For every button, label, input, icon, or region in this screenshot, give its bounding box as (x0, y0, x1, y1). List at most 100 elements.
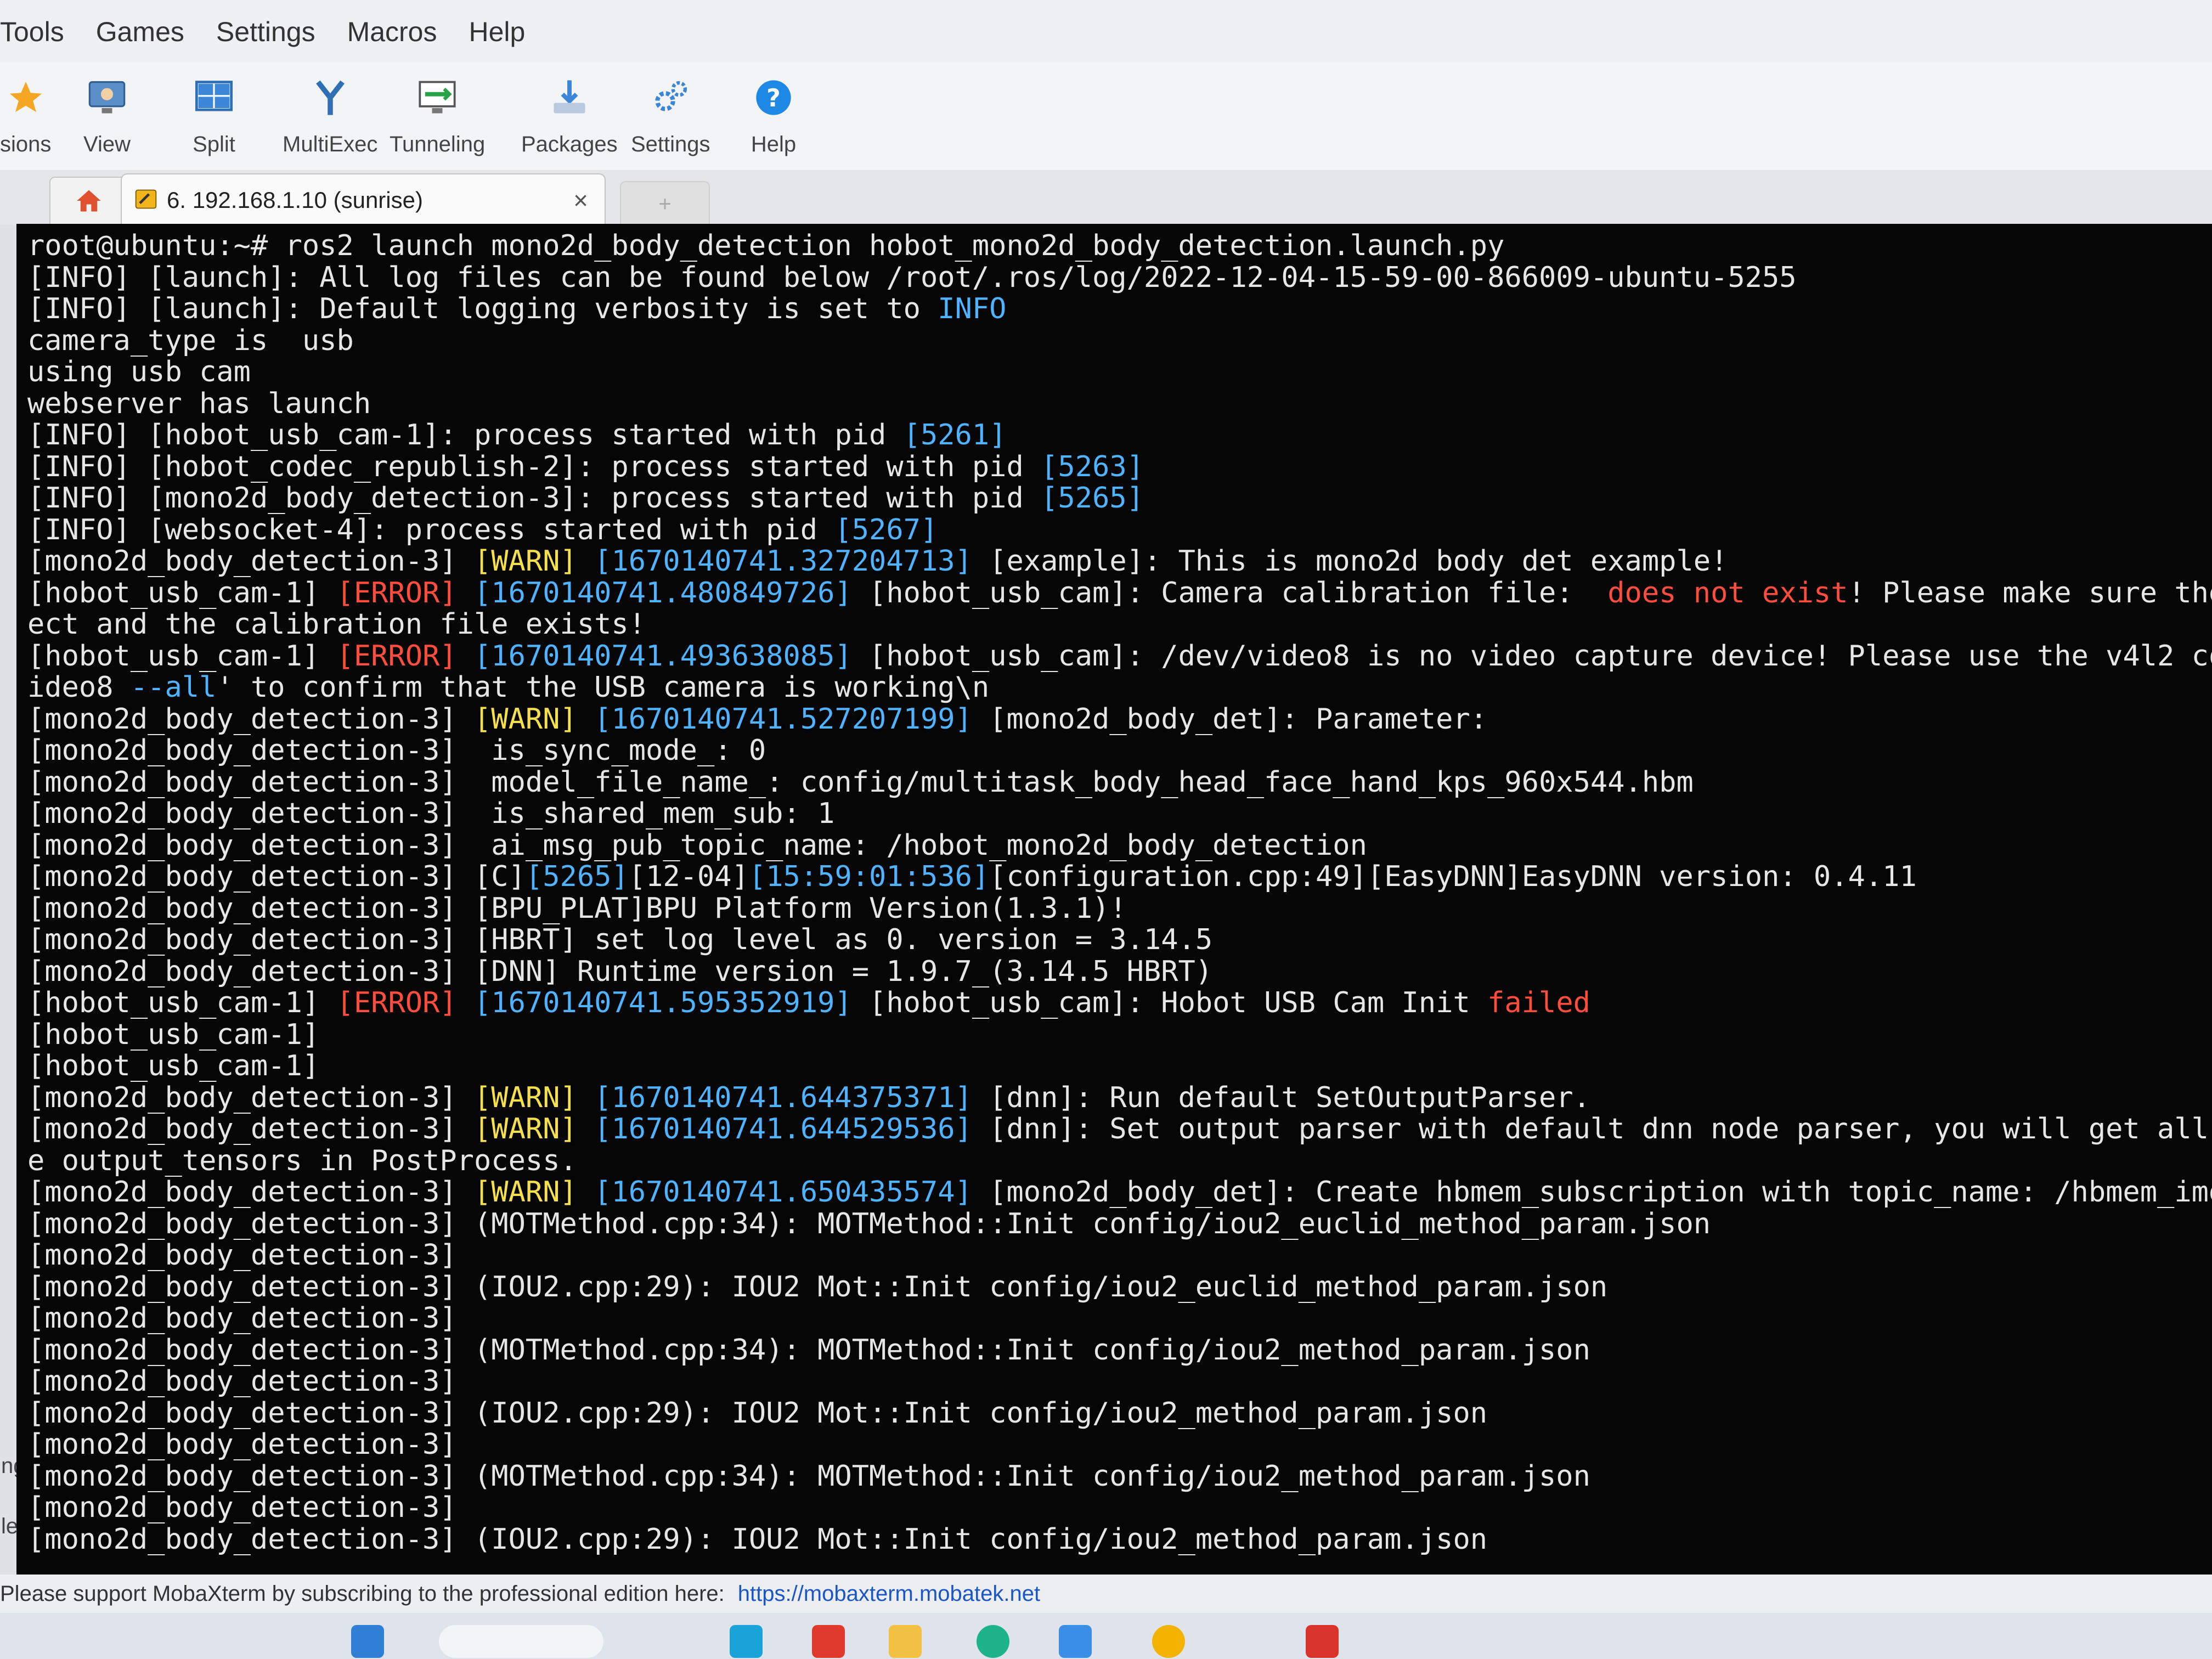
taskbar-app-icon[interactable] (1059, 1625, 1092, 1658)
package-icon (545, 73, 594, 122)
terminal-text: [mono2d_body_detection-3] (27, 1492, 457, 1524)
menu-item-games[interactable]: Games (96, 16, 184, 48)
taskbar-app-icon[interactable] (1152, 1625, 1185, 1658)
terminal-line: [mono2d_body_detection-3] (IOU2.cpp:29):… (27, 1398, 2212, 1430)
terminal-panel[interactable]: root@ubuntu:~# ros2 launch mono2d_body_d… (16, 224, 2212, 1575)
toolbar-button-help[interactable]: ? Help (749, 73, 798, 157)
tab-session-title: 6. 192.168.1.10 (sunrise) (167, 187, 423, 213)
terminal-line: [mono2d_body_detection-3] [C][5265][12-0… (27, 861, 2212, 893)
terminal-text: [mono2d_body_detection-3] (27, 1429, 457, 1461)
browser-icon[interactable] (977, 1625, 1009, 1658)
tab-session[interactable]: 6. 192.168.1.10 (sunrise) × (121, 173, 606, 226)
terminal-line: [mono2d_body_detection-3] [WARN] [167014… (27, 546, 2212, 578)
terminal-line: [mono2d_body_detection-3] [WARN] [167014… (27, 1114, 2212, 1146)
status-link[interactable]: https://mobaxterm.mobatek.net (738, 1582, 1040, 1606)
toolbar-button-view[interactable]: View (82, 73, 132, 157)
terminal-info-text: --all (130, 672, 217, 704)
taskbar-app-icon[interactable] (1306, 1625, 1339, 1658)
status-message: Please support MobaXterm by subscribing … (0, 1581, 725, 1606)
toolbar-button-sions[interactable]: sions (0, 73, 51, 157)
terminal-text: [mono2d_body_detection-3] (27, 1240, 457, 1272)
menu-item-macros[interactable]: Macros (347, 16, 437, 48)
toolbar-button-label: Settings (631, 132, 710, 156)
taskbar-app-icon[interactable] (730, 1625, 763, 1658)
terminal-line: [mono2d_body_detection-3] (MOTMethod.cpp… (27, 1209, 2212, 1240)
terminal-text: e output_tensors in PostProcess. (27, 1145, 577, 1177)
toolbar-button-packages[interactable]: Packages (521, 73, 618, 157)
terminal-text: [mono2d_body_det]: Create hbmem_subscrip… (972, 1177, 2212, 1209)
toolbar-button-multiexec[interactable]: MultiExec (283, 73, 377, 157)
terminal-warn-text: [WARN] (473, 1114, 577, 1146)
terminal-text: [mono2d_body_detection-3] (MOTMethod.cpp… (27, 1334, 1590, 1366)
tab-bar: 6. 192.168.1.10 (sunrise) × + (0, 170, 2212, 226)
terminal-text: [12-04] (628, 861, 749, 893)
terminal-line: [mono2d_body_detection-3] (27, 1303, 2212, 1335)
split-icon (189, 73, 239, 122)
toolbar-button-split[interactable]: Split (189, 73, 239, 157)
toolbar-button-settings[interactable]: Settings (631, 73, 710, 157)
toolbar-button-label: MultiExec (283, 132, 378, 156)
help-icon: ? (749, 73, 798, 122)
taskbar-app-icon[interactable] (812, 1625, 845, 1658)
toolbar-button-tunneling[interactable]: Tunneling (390, 73, 485, 157)
terminal-text: [hobot_usb_cam]: /dev/video8 is no video… (851, 640, 2212, 672)
terminal-line: [INFO] [websocket-4]: process started wi… (27, 515, 2212, 546)
terminal-text: [mono2d_body_detection-3] [BPU_PLAT]BPU … (27, 893, 1127, 924)
terminal-text: [mono2d_body_detection-3] (27, 546, 474, 578)
toolbar-button-label: View (83, 132, 131, 156)
search-icon[interactable] (439, 1625, 603, 1658)
terminal-line: [mono2d_body_detection-3] (MOTMethod.cpp… (27, 1335, 2212, 1367)
menu-item-settings[interactable]: Settings (216, 16, 315, 48)
terminal-text: [mono2d_body_detection-3] [C] (27, 861, 526, 893)
terminal-line: [hobot_usb_cam-1] [ERROR] [1670140741.48… (27, 578, 2212, 610)
terminal-text: [INFO] [launch]: All log files can be fo… (27, 262, 1797, 294)
terminal-line: [INFO] [mono2d_body_detection-3]: proces… (27, 483, 2212, 515)
terminal-text: [mono2d_body_detection-3] ai_msg_pub_top… (27, 830, 1367, 861)
toolbar-button-label: Help (751, 132, 797, 156)
terminal-line: [mono2d_body_detection-3] (IOU2.cpp:29):… (27, 1272, 2212, 1304)
terminal-warn-text: [WARN] (473, 1177, 577, 1209)
terminal-text: [configuration.cpp:49][EasyDNN]EasyDNN v… (989, 861, 1917, 893)
terminal-text: [example]: This is mono2d body det examp… (972, 546, 1728, 578)
terminal-text: [hobot_usb_cam-1] (27, 1051, 320, 1082)
terminal-line: ect and the calibration file exists! (27, 609, 2212, 641)
terminal-text: [hobot_usb_cam]: Hobot USB Cam Init (851, 988, 1488, 1019)
menu-item-tools[interactable]: Tools (0, 16, 64, 48)
status-bar: Please support MobaXterm by subscribing … (0, 1575, 2212, 1613)
terminal-info-text: [1670140741.493638085] (474, 640, 852, 672)
terminal-line: [mono2d_body_detection-3] (27, 1429, 2212, 1461)
terminal-text: [mono2d_body_detection-3] (27, 1303, 457, 1335)
terminal-text: [INFO] [hobot_codec_republish-2]: proces… (27, 451, 1041, 483)
tab-home[interactable] (49, 177, 128, 226)
terminal-line: webserver has launch (27, 388, 2212, 420)
toolbar-button-label: Tunneling (390, 132, 486, 156)
terminal-line: [mono2d_body_detection-3] is_sync_mode_:… (27, 735, 2212, 767)
terminal-text: [mono2d_body_detection-3] (27, 703, 474, 735)
terminal-text: root@ubuntu:~# ros2 launch mono2d_body_d… (27, 230, 1505, 262)
svg-text:?: ? (766, 84, 781, 112)
terminal-line: [hobot_usb_cam-1] [ERROR] [1670140741.59… (27, 988, 2212, 1019)
terminal-text: [INFO] [websocket-4]: process started wi… (27, 514, 835, 546)
terminal-line: [mono2d_body_detection-3] (IOU2.cpp:29):… (27, 1524, 2212, 1556)
terminal-text: [mono2d_body_detection-3] (27, 1082, 474, 1114)
folder-icon[interactable] (889, 1625, 922, 1658)
monitor-icon (82, 73, 132, 122)
windows-start-icon[interactable] (351, 1625, 384, 1658)
terminal-info-text: [1670140741.644529536] (594, 1114, 972, 1146)
close-icon[interactable]: × (573, 185, 588, 215)
terminal-text: ect and the calibration file exists! (27, 609, 646, 641)
menu-item-help[interactable]: Help (469, 16, 526, 48)
terminal-text: [mono2d_body_detection-3] is_shared_mem_… (27, 798, 835, 830)
terminal-line: [INFO] [launch]: All log files can be fo… (27, 262, 2212, 294)
terminal-icon (134, 187, 158, 214)
terminal-text: [hobot_usb_cam-1] (27, 1019, 320, 1051)
terminal-text: [INFO] [launch]: Default logging verbosi… (27, 294, 938, 325)
terminal-text: [mono2d_body_detection-3] (MOTMethod.cpp… (27, 1460, 1590, 1492)
terminal-line: [mono2d_body_detection-3] [BPU_PLAT]BPU … (27, 893, 2212, 925)
terminal-text: [mono2d_body_det]: Parameter: (972, 703, 1488, 735)
new-tab-button[interactable]: + (620, 181, 710, 226)
